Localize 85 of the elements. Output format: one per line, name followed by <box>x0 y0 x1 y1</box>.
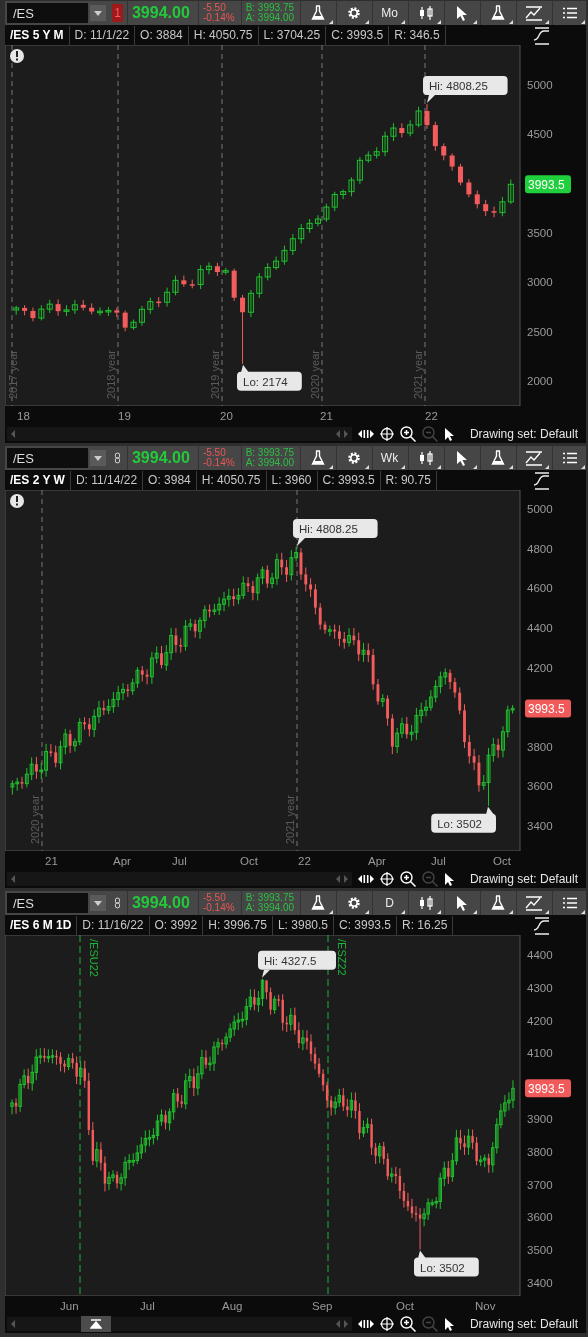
price-axis-label: 4400 <box>527 621 553 634</box>
price-axis-label: 4300 <box>527 981 553 994</box>
time-axis-label: Jun <box>60 1300 79 1312</box>
net-change: -5.50 <box>202 448 226 458</box>
time-axis-label: 21 <box>45 855 58 867</box>
price-axis-label: 3500 <box>527 227 553 239</box>
year-label: 2020 year <box>29 795 41 844</box>
price-axis-label: 5000 <box>527 503 553 515</box>
price-axis-label: 3800 <box>527 740 553 753</box>
high-label: Hi: 4327.5 <box>264 954 317 967</box>
ask-price: A: 3994.00 <box>245 903 294 913</box>
price-axis-label: 4200 <box>527 661 553 674</box>
time-axis-label: 18 <box>17 410 30 422</box>
time-axis-label: 22 <box>425 410 438 422</box>
bid-price: B: 3993.75 <box>245 448 294 458</box>
time-axis-label: Oct <box>396 1300 414 1312</box>
price-axis-label: 4500 <box>527 128 553 141</box>
time-axis-label: Apr <box>368 855 386 867</box>
price-axis-label: 3400 <box>527 1277 553 1289</box>
symbol-field[interactable]: /ES <box>7 448 88 468</box>
price-axis-label: 3400 <box>527 820 553 832</box>
ask-price: A: 3994.00 <box>245 458 294 468</box>
time-axis-label: 22 <box>298 855 311 867</box>
price-axis-label: 3600 <box>527 780 553 793</box>
bid-price: B: 3993.75 <box>245 893 294 903</box>
low-label: Lo: 3502 <box>420 1261 465 1274</box>
percent-change: -0.14% <box>202 458 235 468</box>
time-axis-label: Jul <box>140 1300 155 1312</box>
drawing-set-selector[interactable]: Drawing set: Default <box>465 427 584 441</box>
contract-label: /ESZ22 <box>336 939 348 976</box>
drawing-set-selector[interactable]: Drawing set: Default <box>465 1317 584 1331</box>
price-axis-label: 4600 <box>527 582 553 595</box>
last-price: 3994.00 <box>126 446 196 470</box>
high-label: Hi: 4808.25 <box>299 523 358 535</box>
time-axis-label: Sep <box>312 1300 333 1312</box>
symbol-field[interactable]: /ES <box>7 893 88 913</box>
net-change: -5.50 <box>202 3 226 13</box>
ask-price: A: 3994.00 <box>245 13 294 23</box>
low-label: Lo: 3502 <box>437 817 482 830</box>
high-label: Hi: 4808.25 <box>429 79 488 92</box>
time-axis-label: Nov <box>475 1300 496 1312</box>
time-axis-label: Jul <box>172 855 187 867</box>
price-axis-label: 4800 <box>527 542 553 555</box>
low-label: Lo: 2174 <box>243 375 288 388</box>
contract-label: /ESU22 <box>88 939 100 977</box>
time-axis-label: Aug <box>222 1300 243 1312</box>
price-axis-label: 3600 <box>527 1211 553 1224</box>
percent-change: -0.14% <box>202 903 235 913</box>
year-label: 2021 year <box>284 795 296 844</box>
year-label: 2019 year <box>209 350 221 399</box>
aggregation-button[interactable]: Wk <box>372 446 406 470</box>
aggregation-button[interactable]: D <box>372 891 406 915</box>
time-axis-label: 20 <box>220 410 233 422</box>
current-price-label: 3993.5 <box>528 701 565 716</box>
price-axis-label: 3000 <box>527 276 553 289</box>
price-axis-label: 4100 <box>527 1047 553 1060</box>
time-axis-label: Apr <box>113 855 131 867</box>
time-axis-label: Jul <box>431 855 446 867</box>
current-price-label: 3993.5 <box>528 177 565 192</box>
symbol-field[interactable]: /ES <box>7 3 88 23</box>
price-axis-label: 2000 <box>527 375 553 387</box>
time-axis-label: 19 <box>118 410 131 422</box>
price-axis-label: 3700 <box>527 1178 553 1191</box>
aggregation-button[interactable]: Mo <box>372 1 406 25</box>
price-axis-label: 2500 <box>527 325 553 338</box>
year-label: 2021 year <box>412 350 424 399</box>
current-price-label: 3993.5 <box>528 1081 565 1096</box>
price-axis-label: 5000 <box>527 79 553 91</box>
price-axis-label: 4200 <box>527 1014 553 1027</box>
last-price: 3994.00 <box>126 1 196 25</box>
year-label: 2017 year <box>7 350 19 399</box>
year-label: 2018 year <box>105 350 117 399</box>
drawing-set-selector[interactable]: Drawing set: Default <box>465 872 584 886</box>
net-change: -5.50 <box>202 893 226 903</box>
price-axis-label: 3800 <box>527 1145 553 1158</box>
time-axis-label: Oct <box>493 855 511 867</box>
price-axis-label: 4400 <box>527 949 553 961</box>
year-label: 2020 year <box>309 350 321 399</box>
last-price: 3994.00 <box>126 891 196 915</box>
price-axis-label: 3900 <box>527 1113 553 1125</box>
price-axis-label: 3500 <box>527 1244 553 1257</box>
bid-price: B: 3993.75 <box>245 3 294 13</box>
time-axis-label: 21 <box>320 410 333 422</box>
time-axis-label: Oct <box>240 855 258 867</box>
percent-change: -0.14% <box>202 13 235 23</box>
